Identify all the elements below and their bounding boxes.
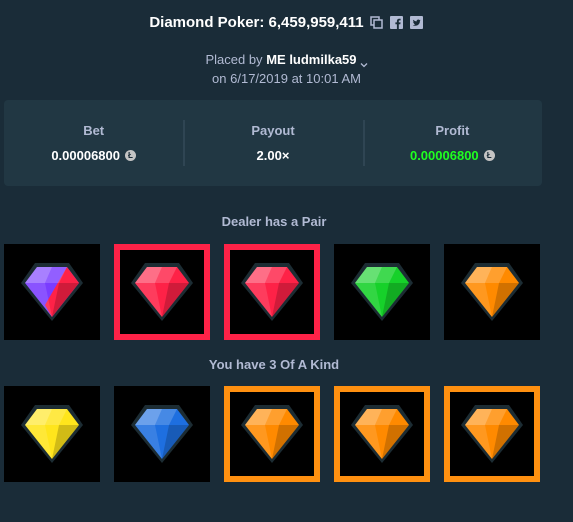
blue-gem-icon xyxy=(127,399,197,469)
player-card-2 xyxy=(114,386,210,482)
litecoin-icon: Ł xyxy=(125,150,136,161)
me-badge: ME xyxy=(266,52,286,67)
chevron-down-icon[interactable] xyxy=(360,57,368,67)
player-card-5 xyxy=(444,386,540,482)
facebook-icon[interactable] xyxy=(390,16,404,30)
placed-by-prefix: Placed by xyxy=(205,52,263,67)
bet-date: on 6/17/2019 at 10:01 AM xyxy=(212,71,361,86)
yellow-gem-icon xyxy=(17,399,87,469)
placed-by-line: Placed by ME ludmilka59 xyxy=(0,52,573,67)
bet-value-row: 0.00006800 Ł xyxy=(51,148,136,163)
card-face xyxy=(230,392,314,476)
payout-value-row: 2.00× xyxy=(257,148,290,163)
player-cards xyxy=(4,386,540,482)
profit-value-row: 0.00006800 Ł xyxy=(410,148,495,163)
profit-value: 0.00006800 xyxy=(409,148,479,163)
payout-label: Payout xyxy=(251,123,295,138)
orange-gem-icon xyxy=(347,399,417,469)
red-gem-icon xyxy=(237,257,307,327)
player-card-1 xyxy=(4,386,100,482)
orange-gem-icon xyxy=(457,257,527,327)
profit-stat: Profit 0.00006800 Ł xyxy=(362,100,542,186)
card-face xyxy=(340,392,424,476)
orange-gem-icon xyxy=(457,399,527,469)
bet-stats-panel: Bet 0.00006800 Ł Payout 2.00× Profit 0.0… xyxy=(4,100,542,186)
card-face xyxy=(230,250,314,334)
litecoin-icon: Ł xyxy=(483,150,495,161)
red-gem-icon xyxy=(127,257,197,327)
payout-value: 2.00× xyxy=(256,148,290,163)
bet-title: Diamond Poker: 6,459,959,411 xyxy=(149,14,364,31)
purple-red-split-gem-icon xyxy=(17,257,87,327)
copy-icon[interactable] xyxy=(370,16,384,30)
profit-label: Profit xyxy=(435,123,470,138)
dealer-card-1 xyxy=(4,244,100,340)
player-card-3 xyxy=(224,386,320,482)
bet-stat: Bet 0.00006800 Ł xyxy=(4,100,183,186)
green-gem-icon xyxy=(347,257,417,327)
dealer-hand-label: Dealer has a Pair xyxy=(221,214,327,229)
player-card-4 xyxy=(334,386,430,482)
username-link[interactable]: ludmilka59 xyxy=(289,52,356,67)
dealer-card-3 xyxy=(224,244,320,340)
bet-value: 0.00006800 xyxy=(51,148,120,163)
twitter-icon[interactable] xyxy=(410,16,424,30)
dealer-cards xyxy=(4,244,540,340)
card-face xyxy=(450,392,534,476)
dealer-card-5 xyxy=(444,244,540,340)
payout-stat: Payout 2.00× xyxy=(183,100,362,186)
bet-label: Bet xyxy=(83,123,105,138)
bet-header: Diamond Poker: 6,459,959,411 xyxy=(0,14,573,32)
card-face xyxy=(120,250,204,334)
dealer-card-2 xyxy=(114,244,210,340)
dealer-card-4 xyxy=(334,244,430,340)
orange-gem-icon xyxy=(237,399,307,469)
player-hand-label: You have 3 Of A Kind xyxy=(208,357,340,372)
title-row: Diamond Poker: 6,459,959,411 xyxy=(149,14,424,31)
